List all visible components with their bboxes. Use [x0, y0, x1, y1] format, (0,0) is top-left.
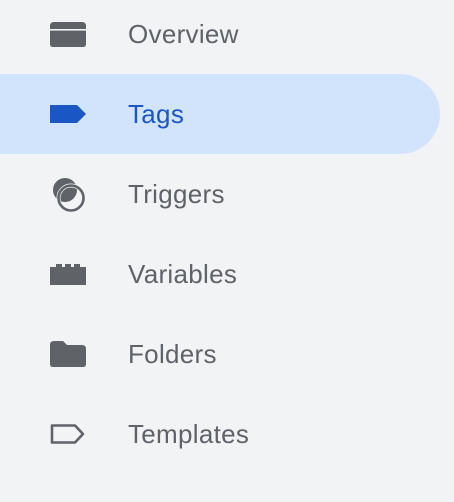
sidebar-item-label: Overview [128, 19, 239, 49]
sidebar-item-label: Tags [128, 99, 185, 129]
sidebar-item-triggers[interactable]: Triggers [0, 154, 454, 234]
sidebar-item-folders[interactable]: Folders [0, 314, 454, 394]
sidebar-item-tags[interactable]: Tags [0, 74, 454, 154]
trigger-icon [46, 176, 90, 213]
sidebar-item-templates[interactable]: Templates [0, 394, 454, 474]
sidebar-item-label: Variables [128, 259, 238, 289]
sidebar-item-label: Triggers [128, 179, 225, 209]
sidebar-item-variables[interactable]: Variables [0, 234, 454, 314]
sidebar-item-label: Folders [128, 339, 217, 369]
folder-icon [46, 336, 90, 372]
tag-icon [46, 96, 90, 132]
template-icon [46, 416, 90, 452]
sidebar-item-overview[interactable]: Overview [0, 0, 454, 74]
sidebar-item-label: Templates [128, 419, 250, 449]
sidebar-nav: Overview Tags Triggers Variables Folders… [0, 0, 454, 474]
variables-icon [46, 256, 90, 292]
overview-icon [46, 16, 90, 52]
